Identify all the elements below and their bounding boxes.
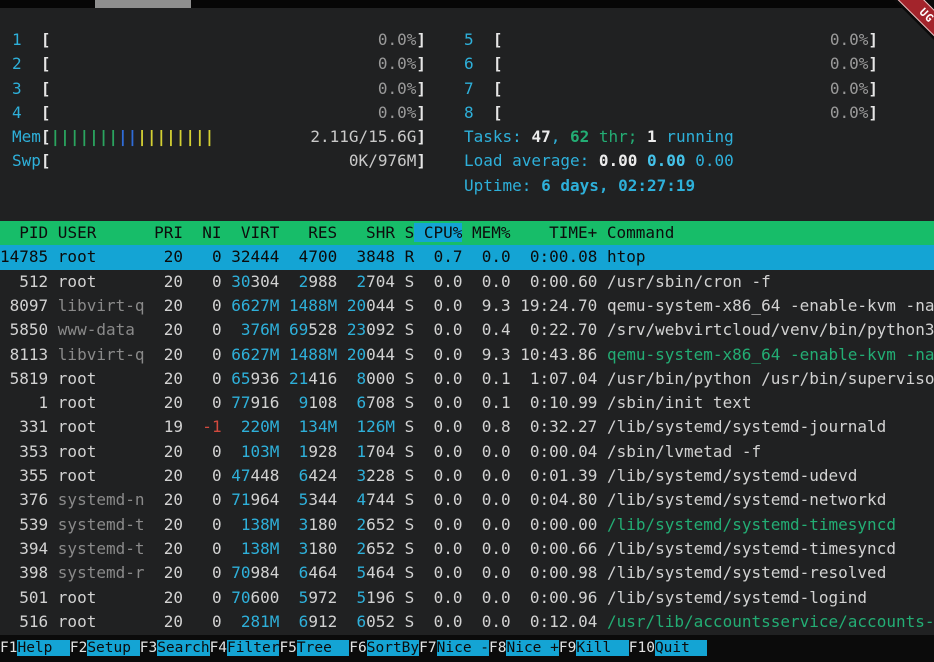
process-row-355[interactable]: 355 root 20 0 47448 6424 3228 S 0.0 0.0 …	[0, 464, 934, 488]
footer-key-f5[interactable]: F5Tree	[279, 635, 349, 662]
footer-key-f3[interactable]: F3Search	[140, 635, 210, 662]
process-row-353[interactable]: 353 root 20 0 103M 1928 1704 S 0.0 0.0 0…	[0, 440, 934, 464]
process-row-5819[interactable]: 5819 root 20 0 65936 21416 8000 S 0.0 0.…	[0, 367, 934, 391]
browser-tab-fragment[interactable]	[95, 0, 191, 8]
load-average: Load average: 0.00 0.00 0.00	[464, 149, 878, 173]
cpu-meter-6: 6 [0.0%]	[464, 52, 878, 76]
cpu-meter-7: 7 [0.0%]	[464, 77, 878, 101]
terminal-screen: UG 1 [0.0%]2 [0.0%]3 [0.0%]4 [0.0%]Mem[|…	[0, 0, 934, 662]
swap-meter: Swp[0K/976M]	[12, 149, 426, 173]
column-header-s[interactable]: S	[395, 223, 414, 242]
cpu-meter-5: 5 [0.0%]	[464, 28, 878, 52]
process-row-394[interactable]: 394 systemd-t 20 0 138M 3180 2652 S 0.0 …	[0, 537, 934, 561]
column-header-user[interactable]: USER	[48, 223, 144, 242]
process-table: PID USER PRI NI VIRT RES SHR S CPU% MEM%…	[0, 221, 934, 634]
process-row-539[interactable]: 539 systemd-t 20 0 138M 3180 2652 S 0.0 …	[0, 513, 934, 537]
memory-meter: Mem[|||||||||||||||||2.11G/15.6G]	[12, 125, 426, 149]
column-header-mem[interactable]: MEM%	[462, 223, 510, 242]
process-row-5850[interactable]: 5850 www-data 20 0 376M 69528 23092 S 0.…	[0, 318, 934, 342]
footer-key-f8[interactable]: F8Nice +	[489, 635, 559, 662]
tasks-summary: Tasks: 47, 62 thr; 1 running	[464, 125, 878, 149]
header-left-column: 1 [0.0%]2 [0.0%]3 [0.0%]4 [0.0%]Mem[||||…	[12, 28, 426, 198]
footer-key-f6[interactable]: F6SortBy	[349, 635, 419, 662]
column-header-time[interactable]: TIME+	[511, 223, 598, 242]
process-row-8113[interactable]: 8113 libvirt-q 20 0 6627M 1488M 20044 S …	[0, 343, 934, 367]
footer-key-f4[interactable]: F4Filter	[210, 635, 280, 662]
process-row-398[interactable]: 398 systemd-r 20 0 70984 6464 5464 S 0.0…	[0, 561, 934, 585]
cpu-meter-8: 8 [0.0%]	[464, 101, 878, 125]
footer-key-f10[interactable]: F10Quit	[629, 635, 708, 662]
process-rows: 14785 root 20 0 32444 4700 3848 R 0.7 0.…	[0, 245, 934, 634]
table-header-row: PID USER PRI NI VIRT RES SHR S CPU% MEM%…	[0, 221, 934, 245]
function-key-bar: F1Help F2Setup F3SearchF4FilterF5Tree F6…	[0, 635, 934, 662]
process-row-8097[interactable]: 8097 libvirt-q 20 0 6627M 1488M 20044 S …	[0, 294, 934, 318]
process-row-512[interactable]: 512 root 20 0 30304 2988 2704 S 0.0 0.0 …	[0, 270, 934, 294]
footer-key-f9[interactable]: F9Kill	[559, 635, 629, 662]
browser-chrome-fragment	[0, 0, 934, 8]
column-header-pid[interactable]: PID	[0, 223, 48, 242]
column-header-ni[interactable]: NI	[183, 223, 222, 242]
footer-key-f1[interactable]: F1Help	[0, 635, 70, 662]
htop-header: 1 [0.0%]2 [0.0%]3 [0.0%]4 [0.0%]Mem[||||…	[0, 8, 934, 198]
cpu-meter-1: 1 [0.0%]	[12, 28, 426, 52]
cpu-meter-4: 4 [0.0%]	[12, 101, 426, 125]
uptime: Uptime: 6 days, 02:27:19	[464, 174, 878, 198]
process-row-331[interactable]: 331 root 19 -1 220M 134M 126M S 0.0 0.8 …	[0, 415, 934, 439]
column-header-pri[interactable]: PRI	[145, 223, 184, 242]
footer-key-f7[interactable]: F7Nice -	[419, 635, 489, 662]
column-header-res[interactable]: RES	[279, 223, 337, 242]
column-header-virt[interactable]: VIRT	[222, 223, 280, 242]
header-right-column: 5 [0.0%]6 [0.0%]7 [0.0%]8 [0.0%]Tasks: 4…	[464, 28, 878, 198]
column-header-command[interactable]: Command	[597, 223, 674, 242]
cpu-meter-3: 3 [0.0%]	[12, 77, 426, 101]
process-row-501[interactable]: 501 root 20 0 70600 5972 5196 S 0.0 0.0 …	[0, 586, 934, 610]
process-row-516[interactable]: 516 root 20 0 281M 6912 6052 S 0.0 0.0 0…	[0, 610, 934, 634]
cpu-meter-2: 2 [0.0%]	[12, 52, 426, 76]
process-row-376[interactable]: 376 systemd-n 20 0 71964 5344 4744 S 0.0…	[0, 488, 934, 512]
process-row-1[interactable]: 1 root 20 0 77916 9108 6708 S 0.0 0.1 0:…	[0, 391, 934, 415]
column-header-shr[interactable]: SHR	[337, 223, 395, 242]
column-header-cpu[interactable]: CPU%	[414, 223, 462, 242]
footer-key-f2[interactable]: F2Setup	[70, 635, 140, 662]
process-row-14785[interactable]: 14785 root 20 0 32444 4700 3848 R 0.7 0.…	[0, 245, 934, 269]
